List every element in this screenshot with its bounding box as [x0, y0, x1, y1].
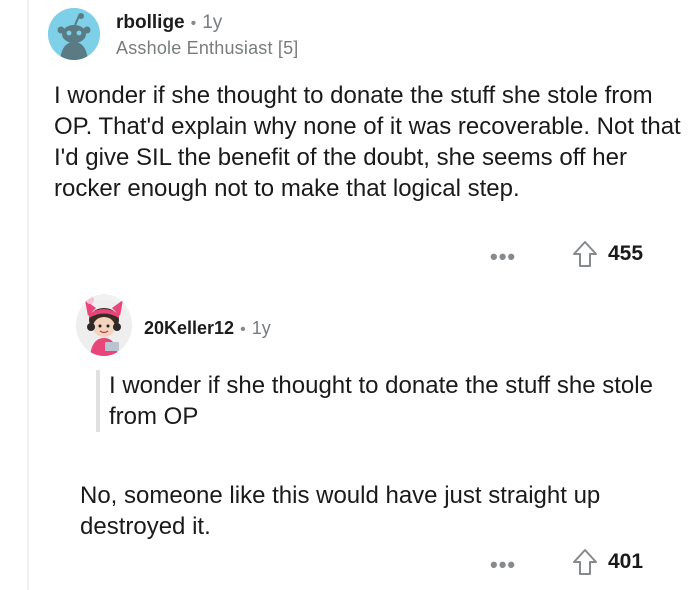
- comment-score: 455: [608, 242, 644, 265]
- reply-body: No, someone like this would have just st…: [80, 482, 601, 540]
- cartoon-avatar-icon[interactable]: [76, 294, 132, 356]
- more-options-button[interactable]: •••: [490, 552, 516, 578]
- upvote-arrow-icon[interactable]: [572, 548, 598, 581]
- comment-actions: ••• 455: [48, 240, 652, 270]
- user-flair: Asshole Enthusiast [5]: [116, 38, 299, 58]
- reply-actions: ••• 401: [76, 548, 652, 578]
- quoted-text: I wonder if she thought to donate the st…: [96, 370, 669, 432]
- comment-age: 1y: [202, 12, 223, 33]
- more-options-button[interactable]: •••: [490, 244, 516, 270]
- comment-body: I wonder if she thought to donate the st…: [54, 82, 681, 202]
- meta-separator: •: [240, 321, 246, 338]
- snoo-avatar-icon[interactable]: [48, 8, 100, 60]
- username[interactable]: rbollige: [116, 12, 185, 33]
- reply-score: 401: [608, 550, 644, 573]
- reply-age: 1y: [251, 318, 271, 338]
- comment-meta: rbollige • 1y Asshole Enthusiast [5]: [116, 12, 299, 59]
- reply-meta: 20Keller12 • 1y: [144, 318, 271, 339]
- reply-username[interactable]: 20Keller12: [144, 318, 234, 338]
- meta-separator: •: [190, 15, 197, 32]
- thread-line[interactable]: [27, 0, 29, 590]
- upvote-arrow-icon[interactable]: [572, 240, 598, 273]
